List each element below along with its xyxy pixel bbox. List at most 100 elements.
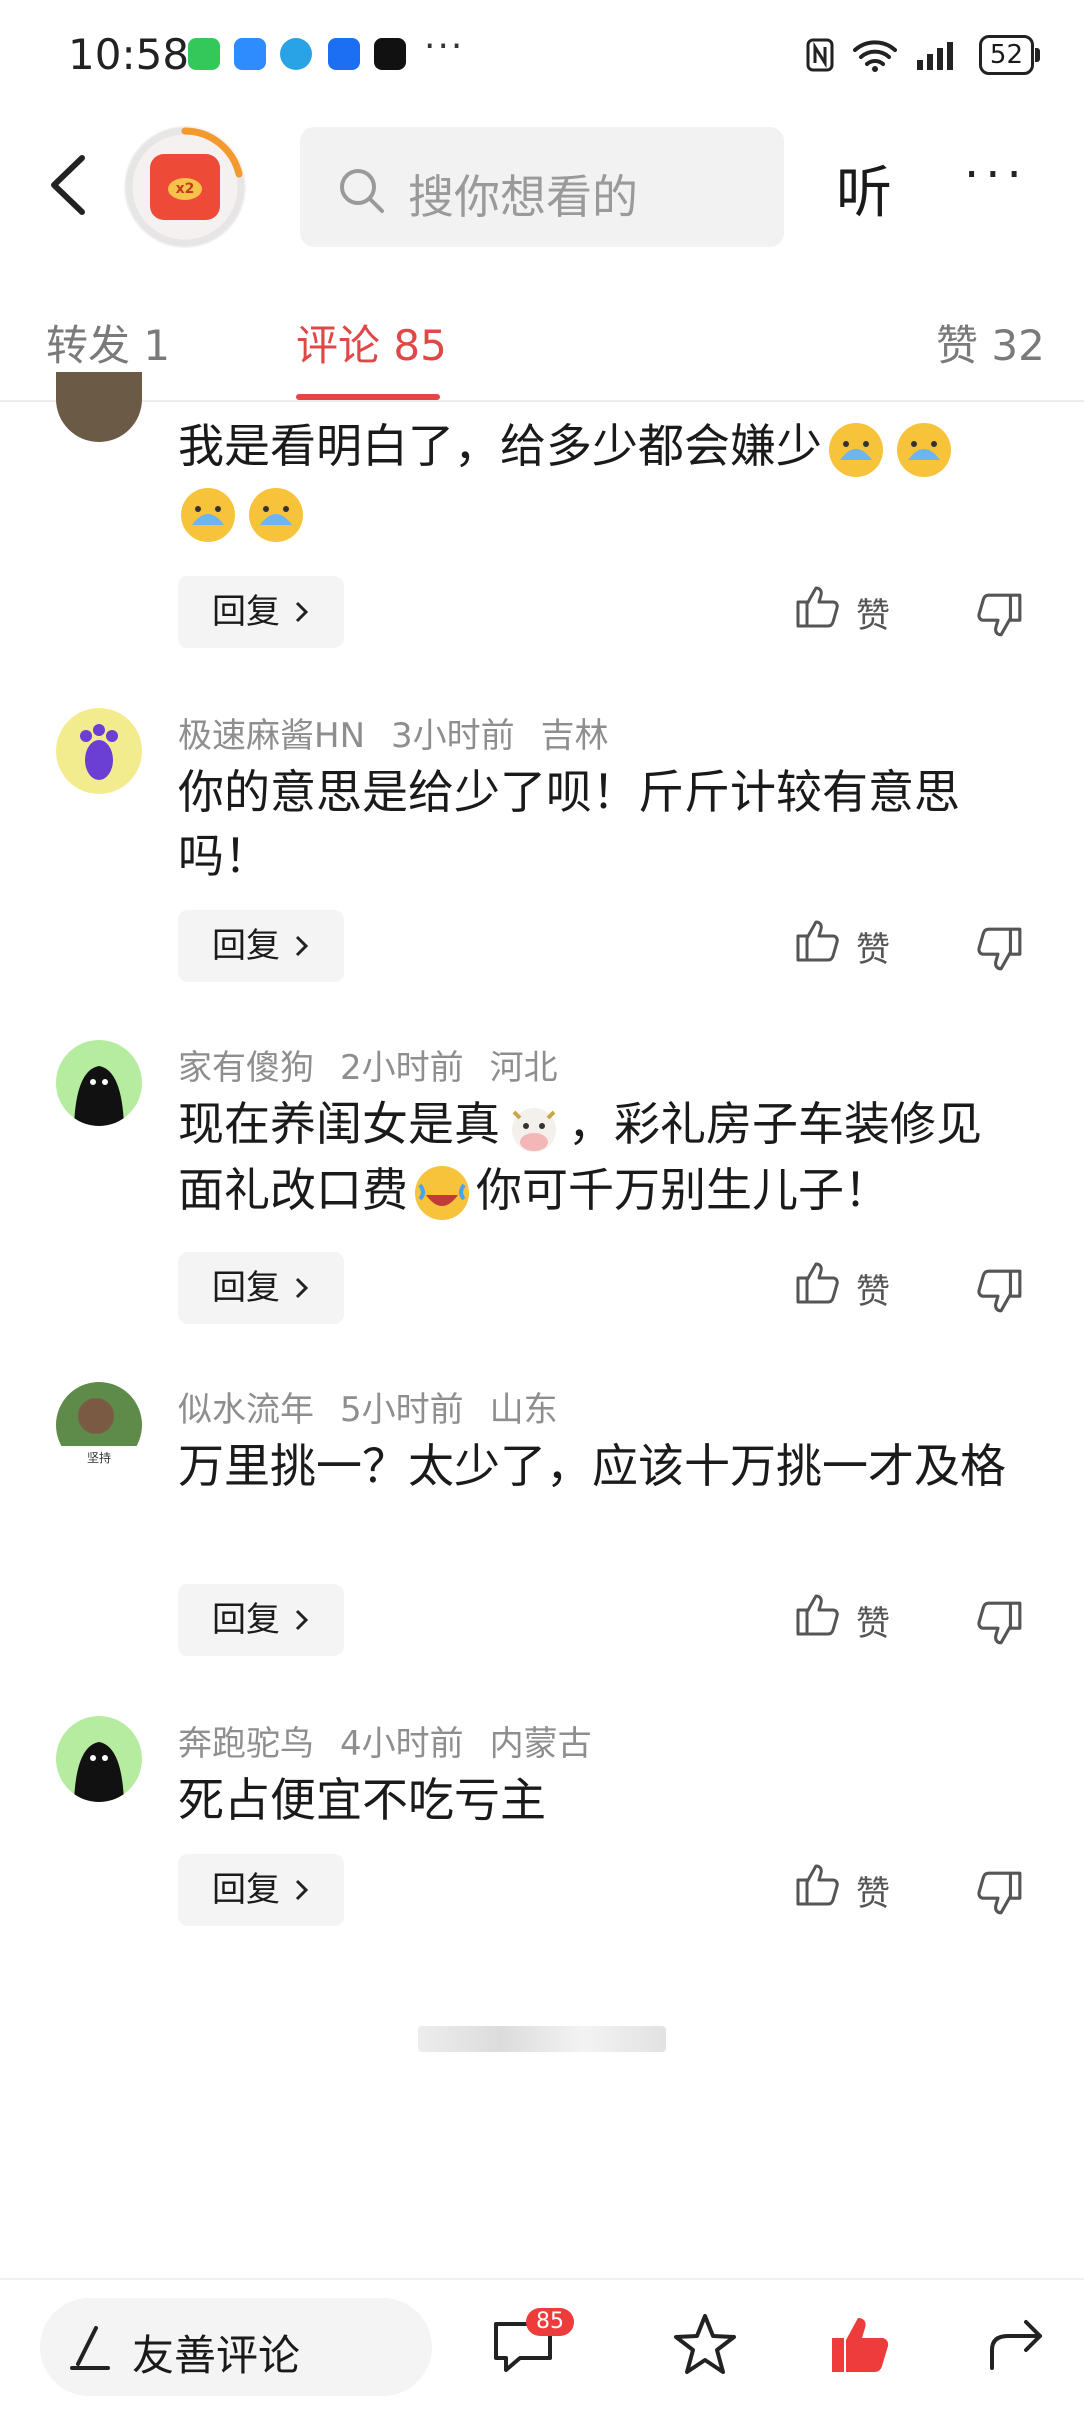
crying-face-emoji-icon [249,488,303,542]
comment-meta: 奔跑驼鸟 4小时前 内蒙古 [178,1716,618,1765]
chevron-right-icon [295,601,309,623]
telegram-icon [280,38,312,70]
comment-text: 死占便宜不吃亏主 [178,1773,546,1827]
wechat-icon [188,38,220,70]
bottom-action-bar: 友善评论 85 [0,2278,1084,2414]
thumbs-up-icon [796,1262,839,1304]
comment-time: 2小时前 [340,1048,464,1088]
photo-avatar-icon: 坚持 [56,1382,142,1468]
like-button[interactable]: 赞 [794,916,904,976]
comment-text-part: 你可千万别生儿子！ [476,1162,890,1217]
crying-face-emoji-icon [181,488,235,542]
reply-label: 回复 [212,1268,280,1308]
thumbs-down-icon[interactable] [974,1262,1024,1322]
tab-reposts[interactable]: 转发 1 [46,312,170,373]
thumbs-up-icon [796,1594,839,1636]
comment-input[interactable]: 友善评论 [40,2298,432,2396]
nfc-icon [806,38,834,72]
thumbs-down-icon[interactable] [974,920,1024,980]
tiktok-icon [374,38,406,70]
chevron-right-icon [295,1879,309,1901]
like-label: 赞 [856,1272,890,1312]
thumbs-down-icon[interactable] [974,1864,1024,1924]
search-bar[interactable]: 搜你想看的 [300,127,784,247]
more-notifications-icon: ··· [424,26,465,67]
tab-bar: 转发 1 评论 85 赞 32 [0,260,1084,402]
avatar-caption: 坚持 [87,1450,111,1465]
pen-icon [70,2326,110,2370]
commenter-avatar[interactable] [56,1040,142,1126]
search-app-icon [234,38,266,70]
thumbs-up-filled-icon[interactable] [826,2310,896,2380]
star-icon[interactable] [670,2310,740,2380]
bird-avatar-icon [74,1066,124,1126]
reply-button[interactable]: 回复 [178,576,344,648]
author-name[interactable]: 奔跑驼鸟 [178,1724,314,1764]
loading-placeholder [418,2026,666,2052]
like-label: 赞 [856,1874,890,1914]
active-tab-indicator [296,394,440,400]
like-button[interactable]: 赞 [794,1860,904,1920]
laughing-crying-emoji-icon [415,1166,469,1220]
crying-face-emoji-icon [829,422,883,477]
search-icon [340,169,384,213]
thumbs-up-icon [796,1864,839,1906]
reply-button[interactable]: 回复 [178,1584,344,1656]
comment-meta: 极速麻酱HN 3小时前 吉林 [178,708,635,757]
commenter-avatar[interactable] [56,708,142,794]
author-name[interactable]: 似水流年 [178,1390,314,1430]
reply-label: 回复 [212,592,280,632]
chevron-right-icon [295,1609,309,1631]
status-right: 52 [805,30,1041,80]
share-icon[interactable] [982,2310,1052,2380]
like-button[interactable]: 赞 [794,1590,904,1650]
comment-text-content: 我是看明白了，给多少都会嫌少 [178,419,822,473]
tab-comments[interactable]: 评论 85 [296,312,447,373]
comment-location: 山东 [489,1390,558,1430]
battery-indicator: 52 [978,35,1041,75]
comment-text: 现在养闺女是真 ，彩礼房子车装修见面礼改口费 你可千万别生儿子！ [178,1092,1018,1223]
more-options-icon[interactable]: ··· [964,151,1028,199]
search-placeholder: 搜你想看的 [408,170,638,224]
comment-text: 万里挑一？太少了，应该十万挑一才及格 [178,1439,1006,1493]
reply-label: 回复 [212,1870,280,1910]
author-name[interactable]: 极速麻酱HN [178,716,365,756]
red-packet-reward-button[interactable]: x2 [124,126,246,248]
chevron-right-icon [295,935,309,957]
thumbs-up-icon [796,920,839,962]
comment-location: 吉林 [540,716,609,756]
comment-text: 你的意思是给少了呗！斤斤计较有意思吗！ [178,765,960,883]
commenter-avatar[interactable] [56,372,142,442]
like-label: 赞 [856,930,890,970]
comment-time: 5小时前 [340,1390,464,1430]
lightbulb-app-icon [328,38,360,70]
thumbs-down-icon[interactable] [974,586,1024,646]
commenter-avatar[interactable] [56,1716,142,1802]
comment-text: 我是看明白了，给多少都会嫌少 [178,414,1018,545]
thumbs-up-icon [796,586,839,628]
comment-text-part: 现在养闺女是真 [178,1097,500,1151]
crying-face-emoji-icon [897,422,951,477]
like-button[interactable]: 赞 [794,582,904,642]
tab-likes[interactable]: 赞 32 [936,312,1045,373]
thumbs-down-icon[interactable] [974,1594,1024,1654]
status-time: 10:58 [68,30,190,79]
reply-button[interactable]: 回复 [178,910,344,982]
commenter-avatar[interactable]: 坚持 [56,1382,142,1468]
comment-time: 4小时前 [340,1724,464,1764]
comment-meta: 家有傻狗 2小时前 河北 [178,1040,584,1089]
status-bar: 10:58 ··· 52 [0,0,1084,110]
comment-meta: 似水流年 5小时前 山东 [178,1382,584,1431]
listen-button[interactable]: 听 [836,148,892,229]
comment-location: 河北 [489,1048,558,1088]
reply-button[interactable]: 回复 [178,1252,344,1324]
comment-location: 内蒙古 [489,1724,592,1764]
author-name[interactable]: 家有傻狗 [178,1048,314,1088]
like-button[interactable]: 赞 [794,1258,904,1318]
comment-input-label: 友善评论 [132,2331,301,2380]
multiplier-badge: x2 [168,178,202,200]
reply-button[interactable]: 回复 [178,1854,344,1926]
top-navigation: x2 搜你想看的 听 ··· [0,110,1084,260]
paw-avatar-icon [80,724,118,780]
back-arrow-icon[interactable] [40,150,100,220]
